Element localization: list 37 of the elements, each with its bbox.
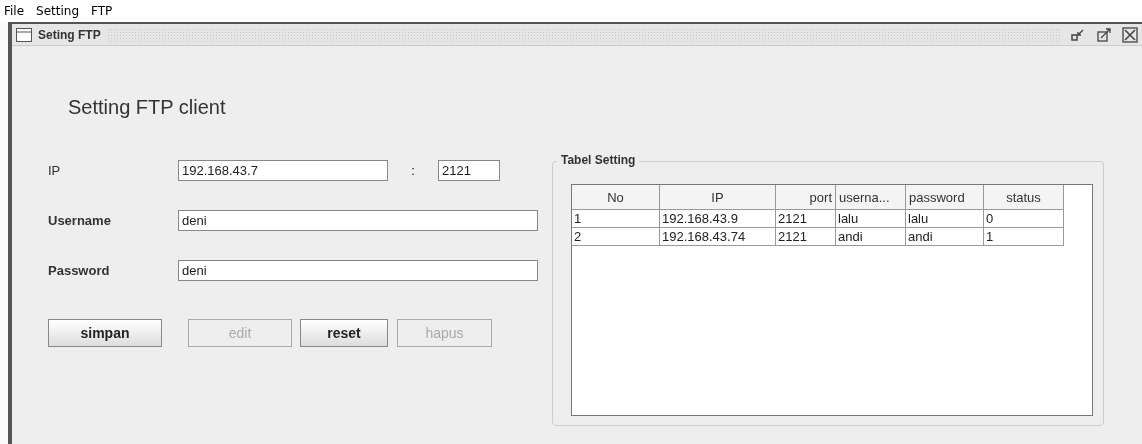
password-field[interactable]: deni — [178, 259, 538, 281]
field-label: IP — [48, 162, 62, 178]
port-field[interactable]: 2121 — [438, 159, 500, 181]
table-cell: 1 — [572, 210, 660, 228]
table-cell: 1 — [984, 228, 1064, 246]
action-button[interactable]: reset — [300, 319, 388, 347]
menu-item[interactable]: FTP — [91, 4, 113, 18]
group-title: Tabel Setting — [557, 153, 640, 167]
window-icon — [16, 27, 32, 42]
table-cell: 2121 — [776, 210, 836, 228]
table-cell: 192.168.43.9 — [660, 210, 776, 228]
separator-text: : — [410, 162, 416, 178]
column-header[interactable]: userna... — [836, 185, 906, 210]
menu-item[interactable]: File — [4, 4, 25, 18]
window-title: Seting FTP — [38, 27, 101, 42]
column-header[interactable]: IP — [660, 185, 776, 210]
action-button[interactable]: simpan — [48, 319, 162, 347]
table-cell: andi — [906, 228, 984, 246]
maximize-icon[interactable] — [1096, 26, 1112, 43]
table-cell: lalu — [836, 210, 906, 228]
form-heading: Setting FTP client — [68, 96, 227, 119]
column-header[interactable]: No — [572, 185, 660, 210]
ip-field[interactable]: 192.168.43.7 — [178, 159, 388, 181]
close-icon[interactable] — [1122, 26, 1138, 43]
username-field[interactable]: deni — [178, 209, 538, 231]
column-header[interactable]: status — [984, 185, 1064, 210]
menu-item[interactable]: Setting — [36, 4, 80, 18]
field-label: Username — [48, 212, 112, 228]
table-cell: 2 — [572, 228, 660, 246]
table-cell: 192.168.43.74 — [660, 228, 776, 246]
column-header[interactable]: port — [776, 185, 836, 210]
column-header[interactable]: password — [906, 185, 984, 210]
field-label: Password — [48, 262, 111, 278]
table-cell: 2121 — [776, 228, 836, 246]
table-cell: andi — [836, 228, 906, 246]
table-cell: lalu — [906, 210, 984, 228]
table-cell: 0 — [984, 210, 1064, 228]
